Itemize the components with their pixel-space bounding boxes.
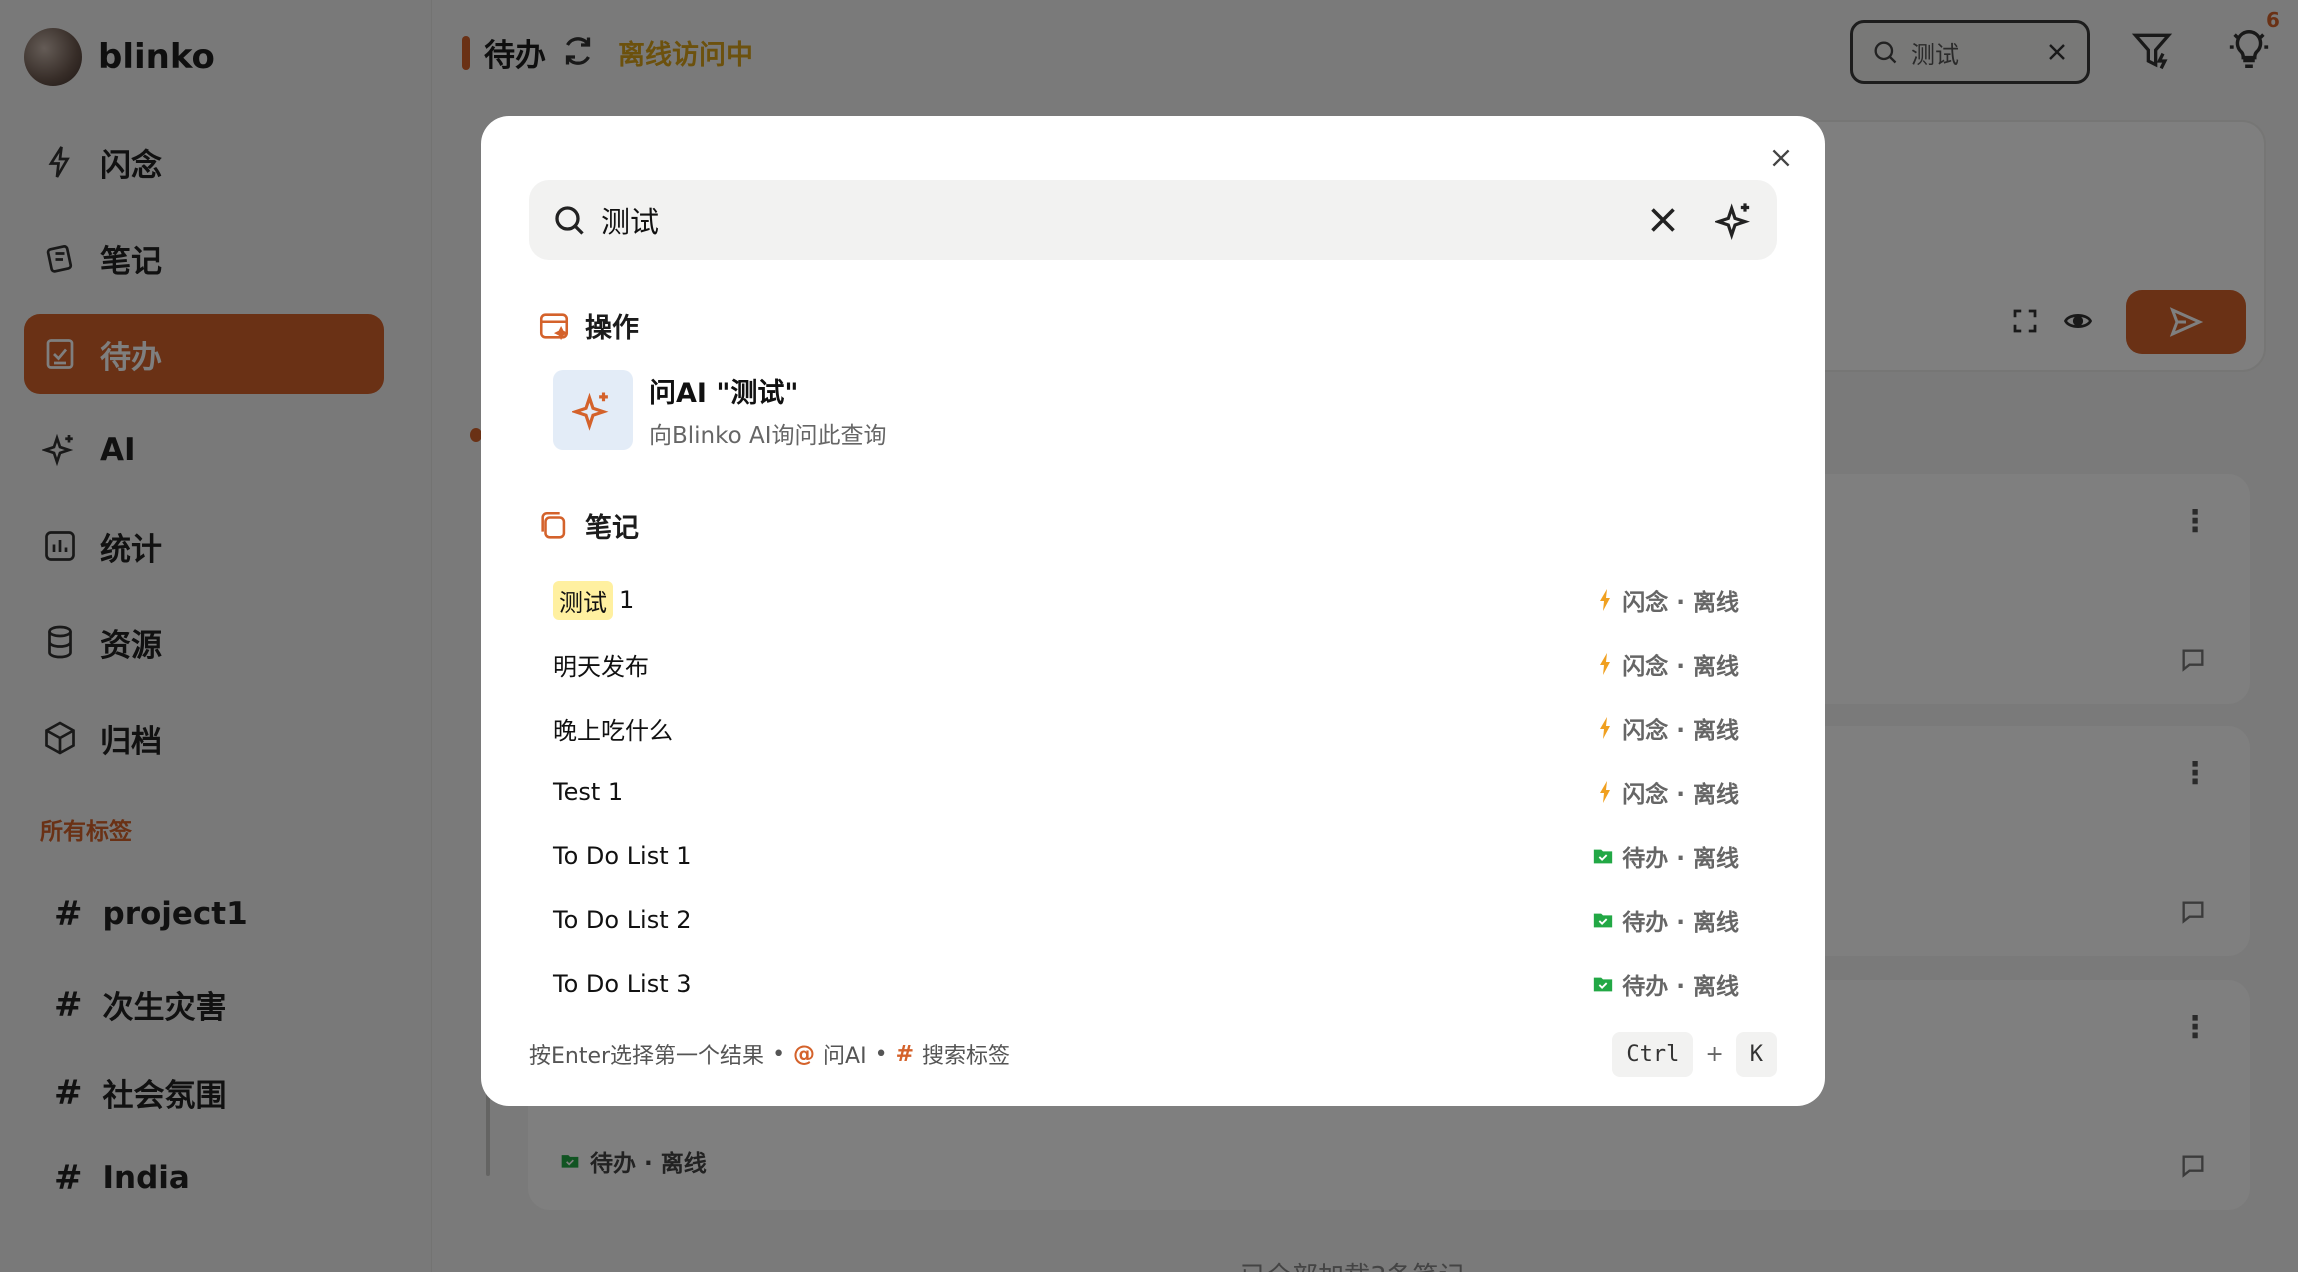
section-title: 操作 — [585, 313, 639, 344]
actions-icon — [539, 312, 569, 340]
result-meta-label: 待办 · 离线 — [1622, 846, 1739, 872]
result-meta-label: 待办 · 离线 — [1622, 910, 1739, 936]
result-meta: 待办 · 离线 — [1592, 903, 1739, 937]
result-title: To Do List 1 — [553, 842, 692, 870]
section-notes-heading: 笔记 — [537, 506, 639, 545]
todo-folder-icon — [1594, 913, 1613, 928]
search-dialog: 操作 问AI "测试" 向Blinko AI询问此查询 笔记 测试1 闪念 · … — [481, 116, 1825, 1106]
result-title: 测试 1 — [553, 580, 635, 620]
search-input[interactable] — [601, 203, 1645, 237]
dialog-footer: 按Enter选择第一个结果 • @ 问AI • # 搜索标签 Ctrl + K — [529, 1028, 1777, 1080]
hint-search-tags: 搜索标签 — [922, 1044, 1011, 1069]
result-meta: 闪念 · 离线 — [1596, 647, 1739, 681]
result-item[interactable]: To Do List 3 待办 · 离线 — [553, 952, 1739, 1016]
result-meta-label: 闪念 · 离线 — [1622, 782, 1739, 808]
result-title-text: To Do List 1 — [553, 842, 692, 870]
key-ctrl: Ctrl — [1612, 1031, 1694, 1077]
results-list: 测试 1 闪念 · 离线 明天发布 闪念 · 离线 晚上吃什么 闪念 · 离线 T… — [553, 568, 1739, 1016]
todo-folder-icon — [1594, 977, 1613, 992]
result-meta: 闪念 · 离线 — [1596, 775, 1739, 809]
result-title: To Do List 3 — [553, 970, 692, 998]
result-item[interactable]: To Do List 1 待办 · 离线 — [553, 824, 1739, 888]
result-meta: 闪念 · 离线 — [1596, 711, 1739, 745]
key-k: K — [1735, 1031, 1777, 1077]
key-plus: + — [1705, 1041, 1724, 1067]
notes-icon — [541, 511, 566, 539]
result-item[interactable]: 明天发布 闪念 · 离线 — [553, 632, 1739, 696]
result-title-text: To Do List 3 — [553, 970, 692, 998]
section-title: 笔记 — [585, 513, 639, 544]
result-meta-label: 闪念 · 离线 — [1622, 654, 1739, 680]
action-icon-box — [553, 370, 633, 450]
result-title-text: 明天发布 — [553, 652, 649, 681]
result-meta-label: 待办 · 离线 — [1622, 974, 1739, 1000]
match-highlight: 测试 — [553, 580, 613, 620]
result-title-text: 晚上吃什么 — [553, 716, 673, 745]
result-meta-label: 闪念 · 离线 — [1622, 718, 1739, 744]
hash-icon: # — [895, 1041, 915, 1067]
ask-ai-action[interactable]: 问AI "测试" 向Blinko AI询问此查询 — [553, 370, 887, 450]
result-title-text: Test 1 — [553, 778, 624, 806]
result-title-text: 1 — [619, 586, 635, 614]
dialog-close-button[interactable] — [1763, 140, 1799, 176]
search-icon — [555, 206, 584, 235]
ask-ai-title: 问AI "测试" — [649, 377, 799, 409]
result-item[interactable]: 测试 1 闪念 · 离线 — [553, 568, 1739, 632]
result-title: 晚上吃什么 — [553, 711, 673, 746]
result-item[interactable]: 晚上吃什么 闪念 · 离线 — [553, 696, 1739, 760]
result-meta: 闪念 · 离线 — [1596, 583, 1739, 617]
todo-folder-icon — [1594, 849, 1613, 864]
hint-enter: 按Enter选择第一个结果 — [529, 1044, 765, 1069]
result-title: To Do List 2 — [553, 906, 692, 934]
ai-sparkle-icon — [572, 392, 609, 431]
ask-ai-subtitle: 向Blinko AI询问此查询 — [649, 422, 887, 449]
result-meta: 待办 · 离线 — [1592, 839, 1739, 873]
section-actions-heading: 操作 — [537, 306, 639, 345]
at-symbol-icon: @ — [793, 1041, 816, 1067]
result-item[interactable]: Test 1 闪念 · 离线 — [553, 760, 1739, 824]
flash-icon — [1600, 717, 1611, 739]
result-title: Test 1 — [553, 778, 623, 806]
result-title: 明天发布 — [553, 647, 649, 682]
dialog-search-bar — [529, 180, 1777, 260]
close-icon — [1772, 149, 1790, 167]
clear-search-icon[interactable] — [1645, 202, 1681, 238]
flash-icon — [1600, 589, 1611, 611]
hint-ask-ai: 问AI — [823, 1044, 867, 1069]
flash-icon — [1600, 781, 1611, 803]
shortcut-hint: Ctrl + K — [1612, 1031, 1777, 1077]
result-meta: 待办 · 离线 — [1592, 967, 1739, 1001]
flash-icon — [1600, 653, 1611, 675]
result-meta-label: 闪念 · 离线 — [1622, 590, 1739, 616]
ai-sparkle-icon[interactable] — [1715, 200, 1755, 240]
separator-dot: • — [772, 1041, 786, 1067]
result-item[interactable]: To Do List 2 待办 · 离线 — [553, 888, 1739, 952]
result-title-text: To Do List 2 — [553, 906, 692, 934]
footer-hints: 按Enter选择第一个结果 • @ 问AI • # 搜索标签 — [529, 1038, 1010, 1070]
separator-dot: • — [874, 1041, 888, 1067]
